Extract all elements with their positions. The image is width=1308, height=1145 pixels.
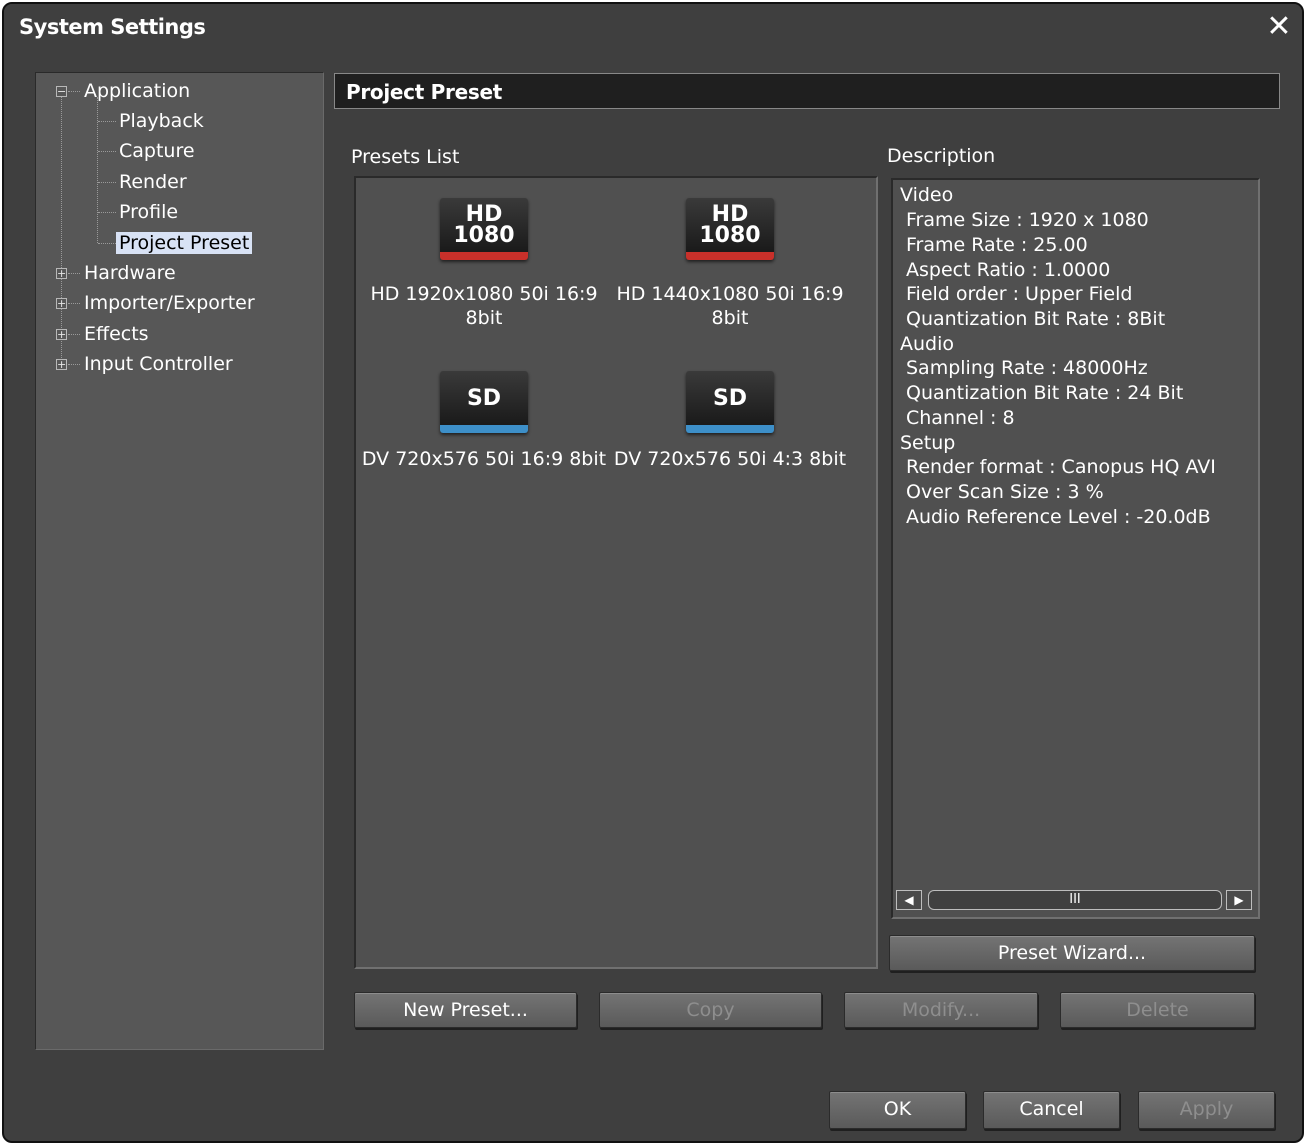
desc-line: Aspect Ratio : 1.0000 <box>906 259 1111 281</box>
tree-line <box>98 151 116 152</box>
badge-text: SD <box>466 386 502 411</box>
presets-list[interactable]: HD 1080 HD 1920x1080 50i 16:9 8bit HD 10… <box>354 176 878 969</box>
scroll-left-icon[interactable]: ◀ <box>896 890 922 910</box>
tree-line <box>61 97 62 362</box>
hd-1080-icon: HD 1080 <box>440 198 528 260</box>
preset-name: HD 1440x1080 50i 16:9 <box>616 283 844 305</box>
panel-title: Project Preset <box>346 80 502 104</box>
tree-item-input-controller[interactable]: Input Controller <box>81 350 236 378</box>
tree-item-label: Playback <box>119 110 204 132</box>
badge-stripe <box>440 425 528 433</box>
badge-stripe <box>440 252 528 260</box>
badge-stripe <box>686 252 774 260</box>
desc-line: Frame Rate : 25.00 <box>906 234 1088 256</box>
preset-name-line2: 8bit <box>711 307 749 329</box>
badge-text: SD <box>712 386 748 411</box>
preset-name-line2: 8bit <box>465 307 503 329</box>
tree-line <box>98 243 116 244</box>
badge-subtext: 1080 <box>453 223 515 248</box>
desc-section-video: Video <box>900 184 954 206</box>
tree-item-playback[interactable]: Playback <box>116 107 207 135</box>
modify-button[interactable]: Modify... <box>844 992 1038 1028</box>
expand-icon[interactable]: + <box>56 298 67 309</box>
window-title: System Settings <box>19 15 206 39</box>
preset-item[interactable]: HD 1080 HD 1920x1080 50i 16:9 8bit <box>361 198 607 358</box>
sd-icon: SD <box>686 371 774 433</box>
delete-button[interactable]: Delete <box>1060 992 1255 1028</box>
preset-item[interactable]: HD 1080 HD 1440x1080 50i 16:9 8bit <box>607 198 853 358</box>
expand-icon[interactable]: + <box>56 359 67 370</box>
apply-button[interactable]: Apply <box>1138 1091 1275 1129</box>
tree-line <box>68 303 80 304</box>
cancel-button[interactable]: Cancel <box>983 1091 1120 1129</box>
desc-line: Field order : Upper Field <box>906 283 1133 305</box>
system-settings-window: System Settings ✕ − Application Playback… <box>2 2 1304 1143</box>
expand-icon[interactable]: + <box>56 329 67 340</box>
preset-name: DV 720x576 50i 16:9 8bit <box>361 448 607 470</box>
settings-tree: − Application Playback Capture Render Pr… <box>35 72 324 1050</box>
tree-item-label: Project Preset <box>116 232 253 254</box>
description-scrollbar[interactable]: ◀ III ▶ <box>896 888 1256 912</box>
desc-line: Frame Size : 1920 x 1080 <box>906 209 1149 231</box>
desc-line: Render format : Canopus HQ AVI <box>906 456 1216 478</box>
tree-item-label: Capture <box>119 140 195 162</box>
expand-icon[interactable]: + <box>56 268 67 279</box>
tree-item-label: Profile <box>119 201 179 223</box>
close-icon[interactable]: ✕ <box>1262 10 1296 44</box>
tree-line <box>98 121 116 122</box>
badge-stripe <box>686 425 774 433</box>
tree-item-label: Effects <box>84 323 149 345</box>
tree-line <box>68 364 80 365</box>
tree-item-render[interactable]: Render <box>116 168 190 196</box>
tree-item-capture[interactable]: Capture <box>116 137 198 165</box>
description-box: Video Frame Size : 1920 x 1080 Frame Rat… <box>891 178 1260 919</box>
ok-button[interactable]: OK <box>829 1091 966 1129</box>
preset-name: DV 720x576 50i 4:3 8bit <box>613 448 847 470</box>
tree-item-label: Input Controller <box>84 353 233 375</box>
preset-item[interactable]: SD DV 720x576 50i 4:3 8bit <box>607 371 853 491</box>
scroll-thumb-grip: III <box>1069 892 1081 907</box>
tree-item-project-preset[interactable]: Project Preset <box>116 229 253 257</box>
tree-line <box>97 97 98 243</box>
desc-line: Quantization Bit Rate : 8Bit <box>906 308 1166 330</box>
sd-icon: SD <box>440 371 528 433</box>
tree-item-label: Importer/Exporter <box>84 292 255 314</box>
tree-line <box>68 91 80 92</box>
tree-item-profile[interactable]: Profile <box>116 198 181 226</box>
hd-1080-icon: HD 1080 <box>686 198 774 260</box>
tree-item-effects[interactable]: Effects <box>81 320 152 348</box>
new-preset-button[interactable]: New Preset... <box>354 992 577 1028</box>
desc-line: Over Scan Size : 3 % <box>906 481 1104 503</box>
tree-item-importer-exporter[interactable]: Importer/Exporter <box>81 289 258 317</box>
tree-item-application[interactable]: Application <box>81 77 193 105</box>
desc-line: Sampling Rate : 48000Hz <box>906 357 1148 379</box>
desc-line: Channel : 8 <box>906 407 1015 429</box>
panel-header: Project Preset <box>334 73 1280 109</box>
collapse-icon[interactable]: − <box>56 86 67 97</box>
tree-item-hardware[interactable]: Hardware <box>81 259 179 287</box>
tree-line <box>98 212 116 213</box>
desc-line: Audio Reference Level : -20.0dB <box>906 506 1211 528</box>
tree-line <box>98 182 116 183</box>
desc-section-setup: Setup <box>900 432 956 454</box>
desc-section-audio: Audio <box>900 333 955 355</box>
preset-name: HD 1920x1080 50i 16:9 <box>370 283 598 305</box>
preset-item[interactable]: SD DV 720x576 50i 16:9 8bit <box>361 371 607 491</box>
desc-line: Quantization Bit Rate : 24 Bit <box>906 382 1184 404</box>
description-label: Description <box>887 145 996 167</box>
tree-item-label: Hardware <box>84 262 176 284</box>
scroll-right-icon[interactable]: ▶ <box>1226 890 1252 910</box>
tree-item-label: Application <box>84 80 191 102</box>
tree-line <box>68 334 80 335</box>
tree-line <box>68 273 80 274</box>
copy-button[interactable]: Copy <box>599 992 822 1028</box>
tree-item-label: Render <box>119 171 187 193</box>
presets-list-label: Presets List <box>351 146 460 168</box>
preset-wizard-button[interactable]: Preset Wizard... <box>889 935 1255 971</box>
scroll-thumb[interactable]: III <box>928 890 1222 910</box>
title-bar: System Settings ✕ <box>4 4 1302 52</box>
badge-subtext: 1080 <box>699 223 761 248</box>
